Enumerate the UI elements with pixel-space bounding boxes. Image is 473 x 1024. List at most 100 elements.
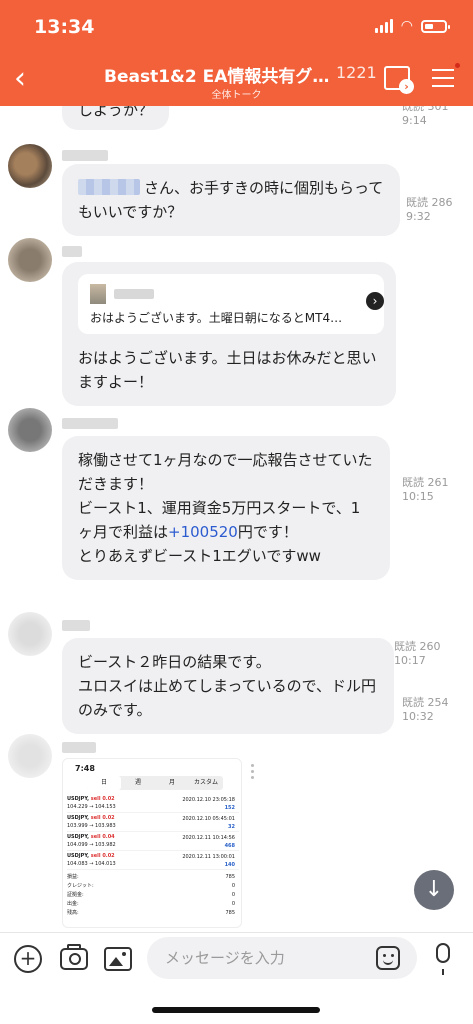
quoted-sender — [114, 289, 154, 299]
mention-tag[interactable] — [78, 179, 140, 195]
sender-name — [62, 150, 108, 161]
trade-pair: USDJPY, — [67, 796, 90, 802]
message-time: 10:17 — [394, 654, 426, 667]
sender-name — [62, 246, 82, 257]
avatar[interactable] — [8, 144, 52, 188]
sender-name — [62, 620, 90, 631]
read-count: 既読 261 — [402, 476, 449, 489]
trade-date: 2020.12.11 13:00:01 — [182, 854, 235, 860]
trade-date: 2020.12.10 23:05:18 — [182, 797, 235, 803]
quoted-message[interactable]: おはようございます。土曜日朝になるとMT4… › — [78, 274, 384, 334]
trade-profit: 32 — [228, 824, 235, 830]
trade-prices: 103.999 → 103.983 — [67, 823, 116, 829]
trade-row: USDJPY, sell 0.04 104.099 → 103.982 2020… — [67, 833, 239, 851]
message-bubble[interactable]: おはようございます。土曜日朝になるとMT4… › おはようございます。土日はお休… — [62, 262, 396, 406]
shot-tab: 月 — [168, 779, 175, 786]
camera-icon[interactable] — [60, 944, 88, 970]
trade-side: sell 0.04 — [90, 834, 115, 840]
summary-value: 785 — [225, 874, 235, 880]
avatar[interactable] — [8, 734, 52, 778]
quoted-text: おはようございます。土曜日朝になるとMT4… — [90, 311, 343, 325]
status-time: 13:34 — [34, 16, 95, 38]
shot-tabs: 日 週 月 カスタム — [87, 776, 223, 790]
message-bubble[interactable]: 稼働させて1ヶ月なので一応報告させていただきます！ ビースト1、運用資金5万円ス… — [62, 436, 390, 580]
summary-label: 証拠金: — [67, 892, 84, 898]
trade-date: 2020.12.11 10:14:56 — [182, 835, 235, 841]
image-icon[interactable] — [104, 947, 132, 971]
summary-label: クレジット: — [67, 883, 94, 889]
summary-value: 0 — [231, 901, 235, 907]
summary-row: 出金: 0 — [67, 900, 239, 908]
read-count: 既読 260 — [394, 640, 441, 653]
arrow-down-icon[interactable]: ↓ — [414, 870, 454, 910]
profit-amount: +100520 — [168, 523, 238, 541]
status-bar: 13:34 ◠ — [0, 0, 473, 56]
notification-dot — [455, 63, 460, 68]
trade-prices: 104.083 → 104.013 — [67, 861, 116, 867]
avatar[interactable] — [8, 408, 52, 452]
signal-icon — [374, 19, 393, 33]
trade-side: sell 0.02 — [90, 853, 115, 859]
read-count: 既読 254 — [402, 696, 449, 709]
avatar[interactable] — [8, 238, 52, 282]
chevron-right-icon[interactable]: › — [366, 292, 384, 310]
sender-name — [62, 418, 118, 429]
trade-pair: USDJPY, — [67, 815, 90, 821]
summary-row: クレジット: 0 — [67, 882, 239, 890]
message-time: 9:14 — [402, 114, 427, 127]
sender-name — [62, 742, 96, 753]
summary-row: 残高: 785 — [67, 909, 239, 917]
summary-value: 785 — [225, 910, 235, 916]
chat-header: ‹ Beast1&2 EA情報共有グル… 1221 全体トーク › — [0, 56, 473, 106]
trade-profit: 152 — [224, 805, 235, 811]
chat-area[interactable]: しようか？ 既読 301 9:14 さん、お手すきの時に個別もらってもいいですか… — [0, 106, 473, 932]
trade-pair: USDJPY, — [67, 834, 90, 840]
system-icons: ◠ — [374, 18, 450, 34]
battery-icon — [421, 19, 450, 33]
summary-label: 損益: — [67, 874, 79, 880]
avatar[interactable] — [8, 612, 52, 656]
summary-label: 出金: — [67, 901, 79, 907]
group-title[interactable]: Beast1&2 EA情報共有グル… — [104, 62, 334, 87]
shot-tab: 日 — [87, 776, 121, 790]
trade-pair: USDJPY, — [67, 853, 90, 859]
message-meta: 既読 260 10:17 — [394, 640, 441, 668]
message-bubble[interactable]: さん、お手すきの時に個別もらってもいいですか？ — [62, 164, 400, 236]
message-text: おはようございます。土日はお休みだと思いますよー！ — [78, 349, 377, 391]
message-input-bar: + — [0, 932, 473, 1024]
message-time: 9:32 — [406, 210, 431, 223]
trade-row: USDJPY, sell 0.02 104.229 → 104.153 2020… — [67, 795, 239, 813]
sticker-icon[interactable] — [376, 946, 400, 970]
quoted-avatar — [90, 284, 106, 304]
image-attachment[interactable]: 7:48 日 週 月 カスタム USDJPY, sell 0.02 104.22… — [62, 758, 242, 928]
summary-row: 証拠金: 0 — [67, 891, 239, 899]
message-meta: 既読 301 9:14 — [402, 106, 449, 128]
plus-icon[interactable]: + — [14, 945, 42, 973]
trade-side: sell 0.02 — [90, 796, 115, 802]
message-meta: 既読 254 10:32 — [402, 696, 449, 724]
message-bubble[interactable]: しようか？ — [62, 106, 170, 130]
message-time: 10:15 — [402, 490, 434, 503]
message-bubble[interactable]: ビースト２昨日の結果です。 ユロスイは止めてしまっているので、ドル円のみです。 — [62, 638, 394, 734]
trade-prices: 104.099 → 103.982 — [67, 842, 116, 848]
trade-row: USDJPY, sell 0.02 103.999 → 103.983 2020… — [67, 814, 239, 832]
shot-time: 7:48 — [75, 764, 95, 773]
microphone-icon[interactable] — [436, 943, 450, 975]
notes-icon[interactable]: › — [384, 66, 414, 94]
trade-date: 2020.12.10 05:45:01 — [182, 816, 235, 822]
trade-row: USDJPY, sell 0.02 104.083 → 104.013 2020… — [67, 852, 239, 870]
hamburger-menu-icon[interactable] — [432, 63, 460, 87]
shot-tab: カスタム — [193, 779, 218, 786]
trade-profit: 140 — [224, 862, 235, 868]
trade-prices: 104.229 → 104.153 — [67, 804, 116, 810]
message-time: 10:32 — [402, 710, 434, 723]
summary-value: 0 — [231, 892, 235, 898]
read-count: 既読 286 — [406, 196, 453, 209]
more-options-icon[interactable] — [251, 764, 255, 782]
shot-tab: 週 — [134, 779, 141, 786]
home-indicator — [152, 1007, 320, 1013]
trade-side: sell 0.02 — [90, 815, 115, 821]
message-meta: 既読 261 10:15 — [402, 476, 449, 504]
summary-row: 損益: 785 — [67, 873, 239, 881]
member-count: 1221 — [336, 63, 377, 82]
